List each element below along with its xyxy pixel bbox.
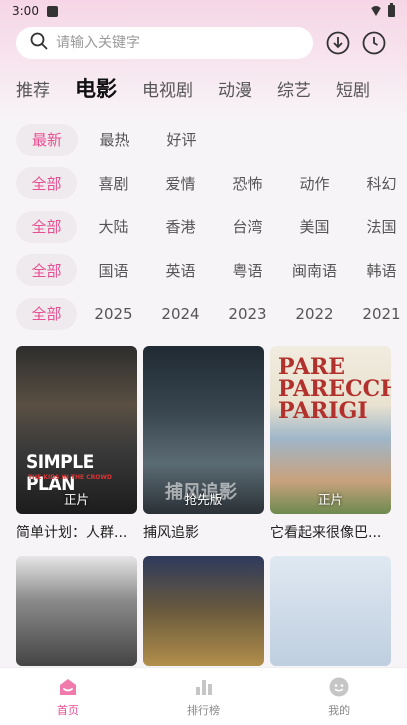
genre-filter-row: 全部 喜剧 爱情 恐怖 动作 科幻 剧情 bbox=[16, 162, 407, 206]
wifi-icon bbox=[370, 6, 382, 16]
filter-region-all[interactable]: 全部 bbox=[16, 210, 77, 243]
filter-sort-hottest[interactable]: 最热 bbox=[92, 124, 137, 156]
nav-profile[interactable]: 我的 bbox=[271, 668, 407, 725]
filter-language-minnan[interactable]: 闽南语 bbox=[292, 254, 337, 286]
movie-poster[interactable] bbox=[143, 556, 264, 666]
movie-grid-row bbox=[16, 556, 392, 666]
nav-home[interactable]: 首页 bbox=[0, 668, 136, 725]
movie-poster[interactable] bbox=[16, 556, 137, 666]
tab-recommend[interactable]: 推荐 bbox=[16, 76, 50, 101]
notification-icon bbox=[46, 5, 58, 17]
tab-tv-series[interactable]: 电视剧 bbox=[142, 76, 193, 101]
tab-movies[interactable]: 电影 bbox=[75, 73, 117, 103]
movie-poster[interactable] bbox=[270, 556, 391, 666]
movie-title[interactable]: 捕风追影 bbox=[143, 522, 264, 542]
quality-badge: 正片 bbox=[63, 492, 89, 507]
movie-card[interactable] bbox=[143, 556, 264, 666]
profile-icon bbox=[328, 676, 350, 698]
status-time: 3:00 bbox=[12, 4, 39, 18]
movie-title[interactable]: 简单计划：人群... bbox=[16, 522, 137, 542]
movie-card[interactable] bbox=[270, 556, 391, 666]
movie-card[interactable]: SIMPLE PLAN THE KIDS IN THE CROWD 正片 简单计… bbox=[16, 346, 137, 542]
filter-genre-horror[interactable]: 恐怖 bbox=[225, 167, 270, 199]
movie-grid: SIMPLE PLAN THE KIDS IN THE CROWD 正片 简单计… bbox=[16, 346, 392, 680]
download-icon bbox=[326, 31, 350, 55]
quality-badge: 抢先版 bbox=[184, 492, 223, 507]
quality-badge: 正片 bbox=[317, 492, 343, 507]
nav-home-label: 首页 bbox=[56, 703, 79, 717]
region-filter-row: 全部 大陆 香港 台湾 美国 法国 英国 bbox=[16, 205, 407, 249]
tab-short-drama[interactable]: 短剧 bbox=[336, 76, 370, 101]
year-filter-row: 全部 2025 2024 2023 2022 2021 bbox=[16, 292, 407, 336]
battery-icon bbox=[388, 3, 395, 17]
poster-subtitle-text: THE KIDS IN THE CROWD bbox=[28, 474, 112, 481]
movie-card[interactable] bbox=[16, 556, 137, 666]
filter-genre-scifi[interactable]: 科幻 bbox=[359, 167, 404, 199]
nav-ranking[interactable]: 排行榜 bbox=[136, 668, 272, 725]
tab-variety[interactable]: 综艺 bbox=[277, 76, 311, 101]
status-bar: 3:00 bbox=[0, 0, 407, 22]
search-bar[interactable] bbox=[16, 27, 313, 59]
category-tabs: 推荐 电影 电视剧 动漫 综艺 短剧 bbox=[16, 70, 407, 106]
movie-card[interactable]: PARE PARECCHIO PARIGI 正片 它看起来很像巴... bbox=[270, 346, 391, 542]
filter-sort-latest[interactable]: 最新 bbox=[16, 123, 79, 156]
filter-year-2024[interactable]: 2024 bbox=[158, 298, 203, 330]
home-icon bbox=[57, 676, 79, 698]
filter-genre-romance[interactable]: 爱情 bbox=[158, 167, 203, 199]
bottom-navigation: 首页 排行榜 我的 bbox=[0, 667, 407, 725]
filter-language-korean[interactable]: 韩语 bbox=[359, 254, 404, 286]
filter-panel: 最新 最热 好评 全部 喜剧 爱情 恐怖 动作 科幻 剧情 全部 大陆 香港 台… bbox=[16, 118, 407, 336]
movie-poster[interactable]: SIMPLE PLAN THE KIDS IN THE CROWD 正片 bbox=[16, 346, 137, 514]
movie-title[interactable]: 它看起来很像巴... bbox=[270, 522, 391, 542]
history-button[interactable] bbox=[361, 30, 387, 56]
filter-year-2022[interactable]: 2022 bbox=[292, 298, 337, 330]
movie-card[interactable]: 捕风追影 抢先版 捕风追影 bbox=[143, 346, 264, 542]
nav-profile-label: 我的 bbox=[328, 703, 351, 717]
filter-genre-action[interactable]: 动作 bbox=[292, 167, 337, 199]
poster-title-text: PARE PARECCHIO PARIGI bbox=[278, 354, 391, 424]
filter-language-english[interactable]: 英语 bbox=[158, 254, 203, 286]
filter-region-usa[interactable]: 美国 bbox=[292, 211, 337, 243]
nav-ranking-label: 排行榜 bbox=[187, 703, 220, 717]
filter-year-2023[interactable]: 2023 bbox=[225, 298, 270, 330]
filter-genre-all[interactable]: 全部 bbox=[16, 167, 77, 200]
filter-region-taiwan[interactable]: 台湾 bbox=[225, 211, 270, 243]
filter-genre-comedy[interactable]: 喜剧 bbox=[91, 167, 136, 199]
filter-sort-top-rated[interactable]: 好评 bbox=[159, 124, 204, 156]
search-input[interactable] bbox=[56, 35, 286, 51]
movie-poster[interactable]: 捕风追影 抢先版 bbox=[143, 346, 264, 514]
movie-grid-row: SIMPLE PLAN THE KIDS IN THE CROWD 正片 简单计… bbox=[16, 346, 392, 542]
filter-region-france[interactable]: 法国 bbox=[359, 211, 404, 243]
filter-region-mainland[interactable]: 大陆 bbox=[91, 211, 136, 243]
filter-language-mandarin[interactable]: 国语 bbox=[91, 254, 136, 286]
filter-region-hongkong[interactable]: 香港 bbox=[158, 211, 203, 243]
filter-language-all[interactable]: 全部 bbox=[16, 254, 77, 287]
tab-anime[interactable]: 动漫 bbox=[218, 76, 252, 101]
filter-year-all[interactable]: 全部 bbox=[16, 297, 77, 330]
sort-filter-row: 最新 最热 好评 bbox=[16, 118, 407, 162]
download-button[interactable] bbox=[325, 30, 351, 56]
clock-icon bbox=[362, 31, 386, 55]
movie-poster[interactable]: PARE PARECCHIO PARIGI 正片 bbox=[270, 346, 391, 514]
bar-chart-icon bbox=[193, 676, 215, 698]
language-filter-row: 全部 国语 英语 粤语 闽南语 韩语 bbox=[16, 249, 407, 293]
search-icon bbox=[30, 32, 48, 54]
filter-language-cantonese[interactable]: 粤语 bbox=[225, 254, 270, 286]
search-row bbox=[16, 26, 391, 60]
filter-year-2021[interactable]: 2021 bbox=[359, 298, 404, 330]
filter-year-2025[interactable]: 2025 bbox=[91, 298, 136, 330]
